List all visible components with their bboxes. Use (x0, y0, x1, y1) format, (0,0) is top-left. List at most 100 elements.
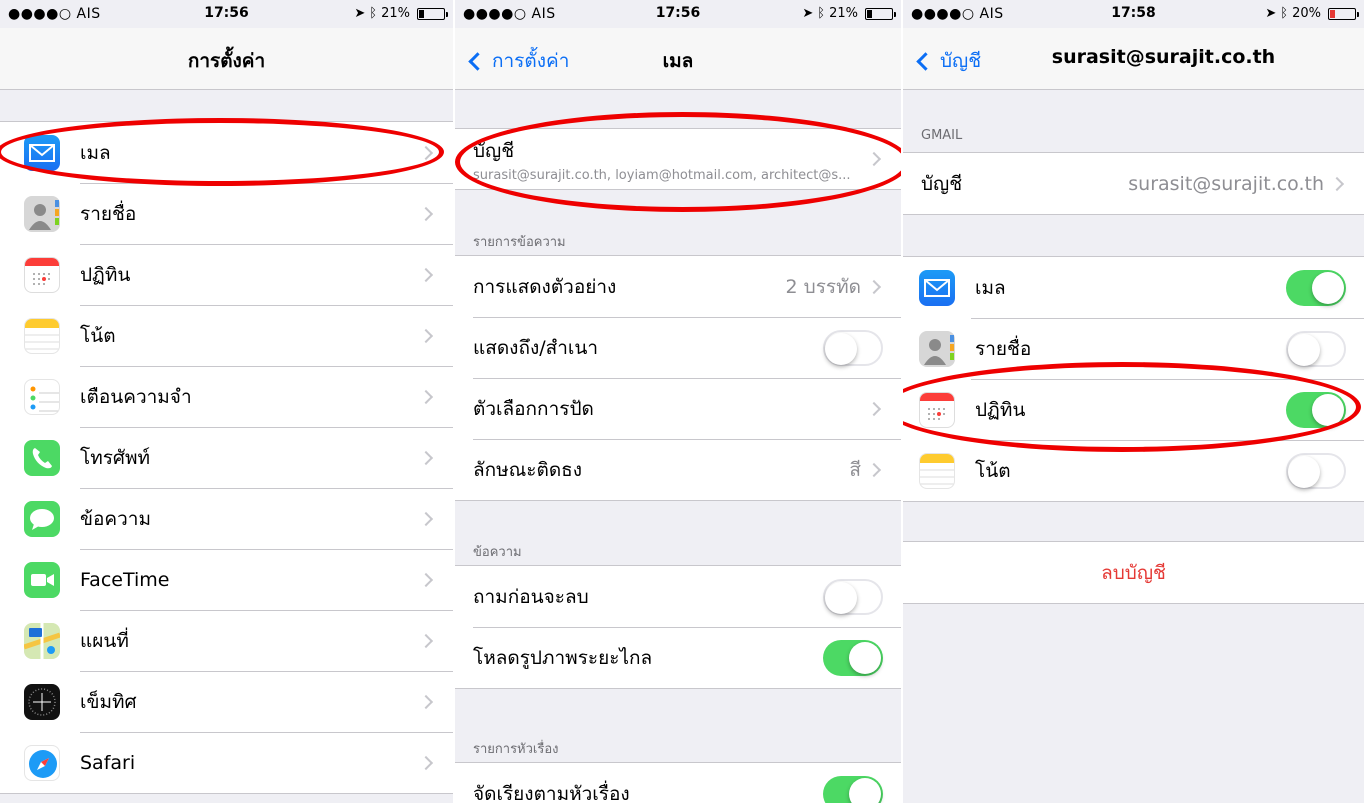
calendar-toggle[interactable] (1286, 391, 1346, 428)
battery-icon (1328, 7, 1359, 20)
accounts-group: บัญชี surasit@surajit.co.th, loyiam@hotm… (455, 128, 901, 190)
contacts-toggle[interactable] (1286, 330, 1346, 367)
accounts-row[interactable]: บัญชี surasit@surajit.co.th, loyiam@hotm… (455, 129, 901, 189)
battery-percent: 21% (381, 6, 410, 21)
section-header: รายการข้อความ (473, 235, 566, 250)
settings-item-notes[interactable]: โน้ต (0, 305, 453, 366)
messages-group: ถามก่อนจะลบ โหลดรูปภาพระยะไกล (455, 565, 901, 689)
settings-item-label: FaceTime (80, 568, 170, 591)
settings-list: เมล รายชื่อ ปฏิทิน โน้ต เตือนความจำ โทรศ… (0, 121, 453, 794)
chevron-right-icon (418, 450, 434, 465)
message-list-group: การแสดงตัวอย่าง 2 บรรทัด แสดงถึง/สำเนา ต… (455, 255, 901, 501)
load-remote-images-label: โหลดรูปภาพระยะไกล (473, 646, 653, 669)
nav-bar: บัญชี surasit@surajit.co.th (903, 28, 1364, 90)
chevron-right-icon (866, 279, 882, 294)
organize-by-thread-label: จัดเรียงตามหัวเรื่อง (473, 782, 630, 803)
settings-item-reminders[interactable]: เตือนความจำ (0, 366, 453, 427)
settings-item-label: รายชื่อ (80, 202, 137, 225)
threading-group: จัดเรียงตามหัวเรื่อง (455, 762, 901, 803)
service-row-contacts: รายชื่อ (903, 318, 1364, 379)
chevron-right-icon (418, 328, 434, 343)
bluetooth-icon: ᛒ (369, 6, 378, 21)
location-icon: ➤ (802, 6, 814, 21)
settings-item-label: โทรศัพท์ (80, 446, 151, 469)
service-label: ปฏิทิน (975, 398, 1026, 421)
show-tocc-toggle[interactable] (823, 329, 883, 366)
mail-icon (919, 269, 955, 306)
battery-percent: 20% (1292, 6, 1321, 21)
notes-toggle[interactable] (1286, 452, 1346, 489)
settings-item-label: เตือนความจำ (80, 385, 192, 408)
settings-item-label: Safari (80, 751, 136, 774)
section-header: GMAIL (921, 128, 963, 143)
bluetooth-icon: ᛒ (817, 6, 826, 21)
notes-icon (919, 452, 955, 489)
mail-toggle[interactable] (1286, 269, 1346, 306)
accounts-label: บัญชี (473, 139, 515, 162)
account-row[interactable]: บัญชี surasit@surajit.co.th (903, 153, 1364, 214)
contacts-icon (919, 330, 955, 367)
location-icon: ➤ (354, 6, 366, 21)
section-header: ข้อความ (473, 545, 522, 560)
accounts-subtitle: surasit@surajit.co.th, loyiam@hotmail.co… (473, 167, 851, 183)
load-remote-images-toggle[interactable] (823, 639, 883, 676)
service-label: เมล (975, 276, 1006, 299)
maps-icon (24, 622, 60, 659)
account-screen: ●●●●○ AIS 17:58 ➤ ᛒ 20% บัญชี surasit@su… (903, 0, 1364, 803)
service-row-notes: โน้ต (903, 440, 1364, 501)
settings-item-maps[interactable]: แผนที่ (0, 610, 453, 671)
messages-icon (24, 500, 60, 537)
chevron-left-icon (916, 51, 935, 71)
settings-item-safari[interactable]: Safari (0, 732, 453, 793)
settings-item-contacts[interactable]: รายชื่อ (0, 183, 453, 244)
delete-account-label: ลบบัญชี (1101, 561, 1166, 584)
ask-before-delete-row: ถามก่อนจะลบ (455, 566, 901, 627)
settings-item-phone[interactable]: โทรศัพท์ (0, 427, 453, 488)
preview-value: 2 บรรทัด (785, 275, 861, 298)
bluetooth-icon: ᛒ (1280, 6, 1289, 21)
organize-by-thread-row: จัดเรียงตามหัวเรื่อง (455, 763, 901, 803)
settings-item-compass[interactable]: เข็มทิศ (0, 671, 453, 732)
settings-item-label: โน้ต (80, 324, 116, 347)
settings-item-label: ปฏิทิน (80, 263, 131, 286)
service-label: โน้ต (975, 459, 1011, 482)
chevron-right-icon (866, 462, 882, 477)
settings-item-label: ข้อความ (80, 507, 151, 530)
calendar-icon (24, 256, 60, 293)
page-title: surasit@surajit.co.th (1051, 46, 1276, 68)
flag-style-row[interactable]: ลักษณะติดธง สี (455, 439, 901, 500)
reminders-icon (24, 378, 60, 415)
settings-screen: ●●●●○ AIS 17:56 ➤ ᛒ 21% การตั้งค่า เมล ร… (0, 0, 453, 803)
ask-before-delete-label: ถามก่อนจะลบ (473, 585, 589, 608)
battery-percent: 21% (829, 6, 858, 21)
show-tocc-label: แสดงถึง/สำเนา (473, 336, 599, 359)
settings-item-messages[interactable]: ข้อความ (0, 488, 453, 549)
settings-item-mail[interactable]: เมล (0, 122, 453, 183)
service-row-calendar: ปฏิทิน (903, 379, 1364, 440)
settings-item-calendar[interactable]: ปฏิทิน (0, 244, 453, 305)
delete-account-button[interactable]: ลบบัญชี (903, 542, 1364, 603)
settings-item-label: เข็มทิศ (80, 690, 137, 713)
page-title: เมล (662, 50, 694, 72)
status-bar: ●●●●○ AIS 17:56 ➤ ᛒ 21% (0, 0, 453, 28)
account-value: surasit@surajit.co.th (1128, 172, 1324, 195)
chevron-right-icon (418, 389, 434, 404)
service-row-mail: เมล (903, 257, 1364, 318)
chevron-right-icon (866, 401, 882, 416)
flag-style-value: สี (849, 458, 861, 481)
compass-icon (24, 683, 60, 720)
status-bar: ●●●●○ AIS 17:58 ➤ ᛒ 20% (903, 0, 1364, 28)
battery-icon (865, 7, 896, 20)
chevron-right-icon (418, 206, 434, 221)
account-label: บัญชี (921, 172, 963, 195)
chevron-right-icon (1329, 176, 1345, 191)
settings-item-facetime[interactable]: FaceTime (0, 549, 453, 610)
chevron-right-icon (418, 694, 434, 709)
mail-icon (24, 134, 60, 171)
swipe-options-label: ตัวเลือกการปัด (473, 397, 594, 420)
preview-row[interactable]: การแสดงตัวอย่าง 2 บรรทัด (455, 256, 901, 317)
status-bar: ●●●●○ AIS 17:56 ➤ ᛒ 21% (455, 0, 901, 28)
swipe-options-row[interactable]: ตัวเลือกการปัด (455, 378, 901, 439)
organize-by-thread-toggle[interactable] (823, 775, 883, 803)
ask-before-delete-toggle[interactable] (823, 578, 883, 615)
